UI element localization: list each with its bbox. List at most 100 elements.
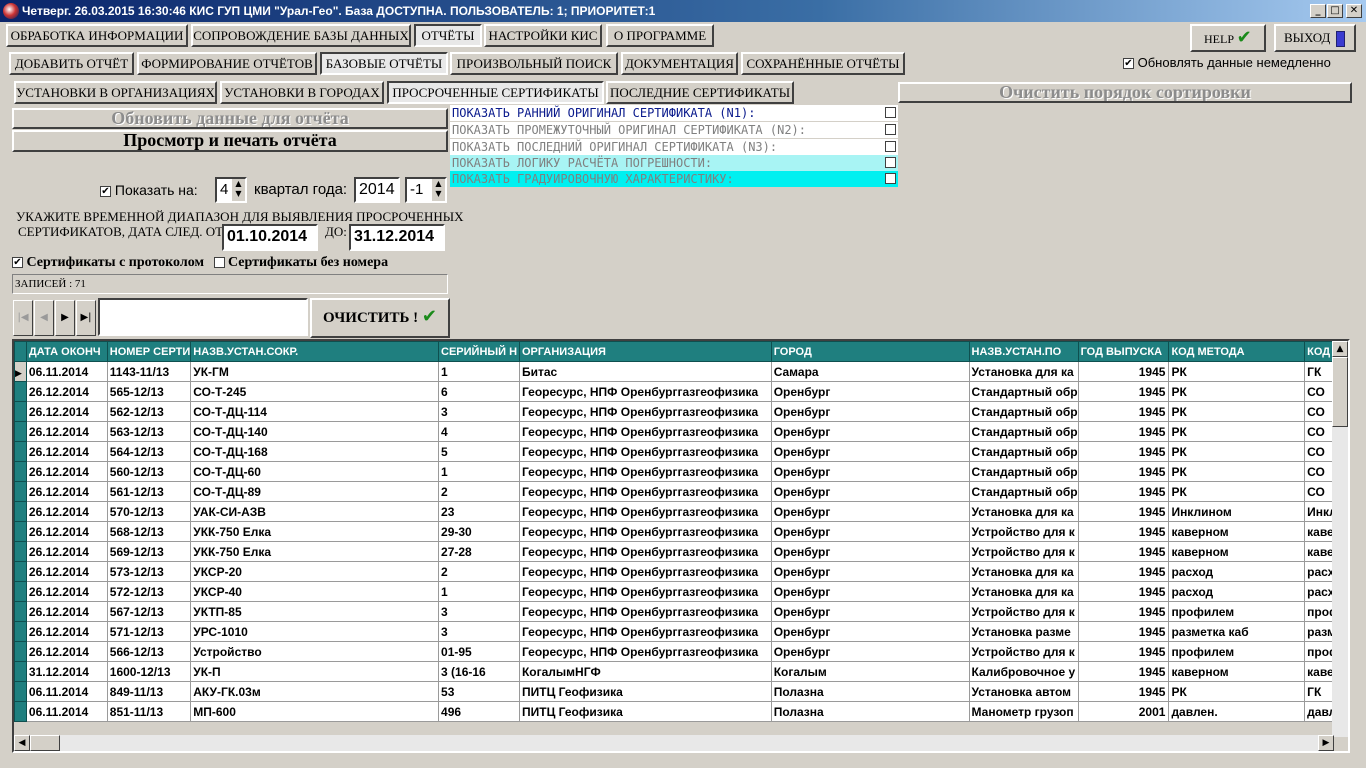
- table-cell[interactable]: разметка каб: [1168, 621, 1306, 642]
- table-cell[interactable]: Установка для ка: [968, 561, 1079, 582]
- table-cell[interactable]: 26.12.2014: [25, 421, 108, 442]
- tab-last-certificates[interactable]: ПОСЛЕДНИЕ СЕРТИФИКАТЫ: [606, 81, 794, 104]
- table-cell[interactable]: Георесурс, НПФ Оренбурггазгеофизика: [518, 401, 772, 422]
- quarter-spinner[interactable]: 4 ▲ ▼: [215, 177, 247, 203]
- table-cell[interactable]: 26.12.2014: [25, 601, 108, 622]
- table-cell[interactable]: Оренбург: [770, 641, 970, 662]
- table-cell[interactable]: 1945: [1077, 481, 1170, 502]
- table-cell[interactable]: 5: [438, 441, 520, 462]
- row-indicator[interactable]: [14, 501, 27, 522]
- scroll-up-icon[interactable]: ▲: [1332, 341, 1348, 357]
- row-indicator[interactable]: [14, 681, 27, 702]
- menu-about[interactable]: О ПРОГРАММЕ: [606, 24, 714, 47]
- table-cell[interactable]: 565-12/13: [106, 381, 192, 402]
- menu-reports[interactable]: ОТЧЁТЫ: [414, 24, 482, 47]
- table-cell[interactable]: 26.12.2014: [25, 401, 108, 422]
- table-cell[interactable]: 3: [438, 601, 520, 622]
- table-cell[interactable]: СО-Т-ДЦ-60: [190, 461, 440, 482]
- table-cell[interactable]: УКК-750 Елка: [190, 541, 440, 562]
- table-cell[interactable]: 560-12/13: [106, 461, 192, 482]
- table-cell[interactable]: 53: [438, 681, 520, 702]
- table-cell[interactable]: Оренбург: [770, 481, 970, 502]
- table-cell[interactable]: УКК-750 Елка: [190, 521, 440, 542]
- vertical-scrollbar[interactable]: ▲: [1332, 341, 1348, 737]
- table-cell[interactable]: Георесурс, НПФ Оренбурггазгеофизика: [518, 501, 772, 522]
- row-indicator[interactable]: [14, 541, 27, 562]
- table-cell[interactable]: Георесурс, НПФ Оренбурггазгеофизика: [518, 381, 772, 402]
- table-row[interactable]: 26.12.2014 561-12/13 СО-Т-ДЦ-89 2 Георесурс,…: [14, 481, 1348, 502]
- tab-add-report[interactable]: ДОБАВИТЬ ОТЧЁТ: [9, 52, 134, 75]
- table-cell[interactable]: 26.12.2014: [25, 441, 108, 462]
- table-cell[interactable]: РК: [1168, 381, 1306, 402]
- table-row[interactable]: 26.12.2014 562-12/13 СО-Т-ДЦ-114 3 Георесурс…: [14, 401, 1348, 422]
- table-cell[interactable]: 1945: [1077, 561, 1170, 582]
- row-indicator[interactable]: [14, 521, 27, 542]
- row-indicator[interactable]: [14, 581, 27, 602]
- table-row[interactable]: 26.12.2014 563-12/13 СО-Т-ДЦ-140 4 Георесурс…: [14, 421, 1348, 442]
- table-row[interactable]: 26.12.2014 564-12/13 СО-Т-ДЦ-168 5 Георесурс…: [14, 441, 1348, 462]
- table-cell[interactable]: 29-30: [438, 521, 520, 542]
- table-cell[interactable]: 23: [438, 501, 520, 522]
- year-field[interactable]: 2014: [354, 177, 400, 203]
- table-row[interactable]: 31.12.2014 1600-12/13 УК-П 3 (16-16 КогалымН…: [14, 661, 1348, 682]
- table-cell[interactable]: 26.12.2014: [25, 621, 108, 642]
- table-cell[interactable]: 06.11.2014: [25, 701, 108, 722]
- table-cell[interactable]: Установка для ка: [968, 361, 1079, 382]
- table-cell[interactable]: СО-Т-ДЦ-140: [190, 421, 440, 442]
- preview-print-button[interactable]: Просмотр и печать отчёта: [12, 130, 448, 152]
- table-cell[interactable]: КогалымНГФ: [518, 661, 772, 682]
- table-cell[interactable]: Установка разме: [968, 621, 1079, 642]
- table-cell[interactable]: 26.12.2014: [25, 581, 108, 602]
- table-cell[interactable]: УК-ГМ: [190, 361, 440, 382]
- table-cell[interactable]: 26.12.2014: [25, 381, 108, 402]
- update-report-data-button[interactable]: Обновить данные для отчёта: [12, 108, 448, 129]
- tab-saved-reports[interactable]: СОХРАНЁННЫЕ ОТЧЁТЫ: [741, 52, 905, 75]
- table-cell[interactable]: ПИТЦ Геофизика: [518, 681, 772, 702]
- table-cell[interactable]: каверном: [1168, 541, 1306, 562]
- show-period-check[interactable]: ✔: [100, 185, 111, 197]
- table-cell[interactable]: 31.12.2014: [25, 661, 108, 682]
- table-cell[interactable]: каверном: [1168, 661, 1306, 682]
- table-cell[interactable]: Установка для ка: [968, 581, 1079, 602]
- scroll-right-icon[interactable]: ▶: [1318, 735, 1334, 751]
- table-cell[interactable]: Оренбург: [770, 581, 970, 602]
- table-cell[interactable]: РК: [1168, 481, 1306, 502]
- table-cell[interactable]: РК: [1168, 401, 1306, 422]
- table-cell[interactable]: Георесурс, НПФ Оренбурггазгеофизика: [518, 421, 772, 442]
- tab-base-reports[interactable]: БАЗОВЫЕ ОТЧЁТЫ: [320, 52, 448, 75]
- table-cell[interactable]: УКСР-20: [190, 561, 440, 582]
- table-cell[interactable]: Стандартный обр: [968, 421, 1079, 442]
- spinner-arrows-icon[interactable]: ▲ ▼: [432, 179, 445, 201]
- scroll-thumb[interactable]: [1332, 357, 1348, 427]
- table-cell[interactable]: 3 (16-16: [438, 661, 520, 682]
- table-cell[interactable]: Георесурс, НПФ Оренбурггазгеофизика: [518, 601, 772, 622]
- table-cell[interactable]: 1945: [1077, 461, 1170, 482]
- column-header[interactable]: ГОД ВЫПУСКА: [1077, 341, 1170, 362]
- row-indicator[interactable]: [14, 441, 27, 462]
- offset-spinner[interactable]: -1 ▲ ▼: [405, 177, 447, 203]
- table-cell[interactable]: 4: [438, 421, 520, 442]
- table-cell[interactable]: 566-12/13: [106, 641, 192, 662]
- table-row[interactable]: 26.12.2014 566-12/13 Устройство 01-95 Георес…: [14, 641, 1348, 662]
- table-cell[interactable]: 26.12.2014: [25, 541, 108, 562]
- table-cell[interactable]: Оренбург: [770, 601, 970, 622]
- clear-button[interactable]: ОЧИСТИТЬ ! ✔: [310, 298, 450, 338]
- option-check[interactable]: [885, 157, 896, 168]
- table-cell[interactable]: Устройство для к: [968, 541, 1079, 562]
- tab-form-reports[interactable]: ФОРМИРОВАНИЕ ОТЧЁТОВ: [137, 52, 317, 75]
- table-cell[interactable]: 1: [438, 461, 520, 482]
- column-header[interactable]: НОМЕР СЕРТИ: [106, 341, 192, 362]
- table-cell[interactable]: 2001: [1077, 701, 1170, 722]
- menu-db-maintenance[interactable]: СОПРОВОЖДЕНИЕ БАЗЫ ДАННЫХ: [191, 24, 411, 47]
- option-check[interactable]: [885, 124, 896, 135]
- table-cell[interactable]: 01-95: [438, 641, 520, 662]
- with-protocol-check[interactable]: ✔: [12, 257, 23, 269]
- table-cell[interactable]: расход: [1168, 561, 1306, 582]
- table-row[interactable]: 26.12.2014 560-12/13 СО-Т-ДЦ-60 1 Георесурс,…: [14, 461, 1348, 482]
- table-row[interactable]: 06.11.2014 851-11/13 МП-600 496 ПИТЦ Геофизи…: [14, 701, 1348, 722]
- table-cell[interactable]: 3: [438, 401, 520, 422]
- without-number-check[interactable]: [213, 257, 225, 269]
- table-cell[interactable]: 26.12.2014: [25, 481, 108, 502]
- table-cell[interactable]: профилем: [1168, 641, 1306, 662]
- next-record-icon[interactable]: ▶: [55, 300, 75, 336]
